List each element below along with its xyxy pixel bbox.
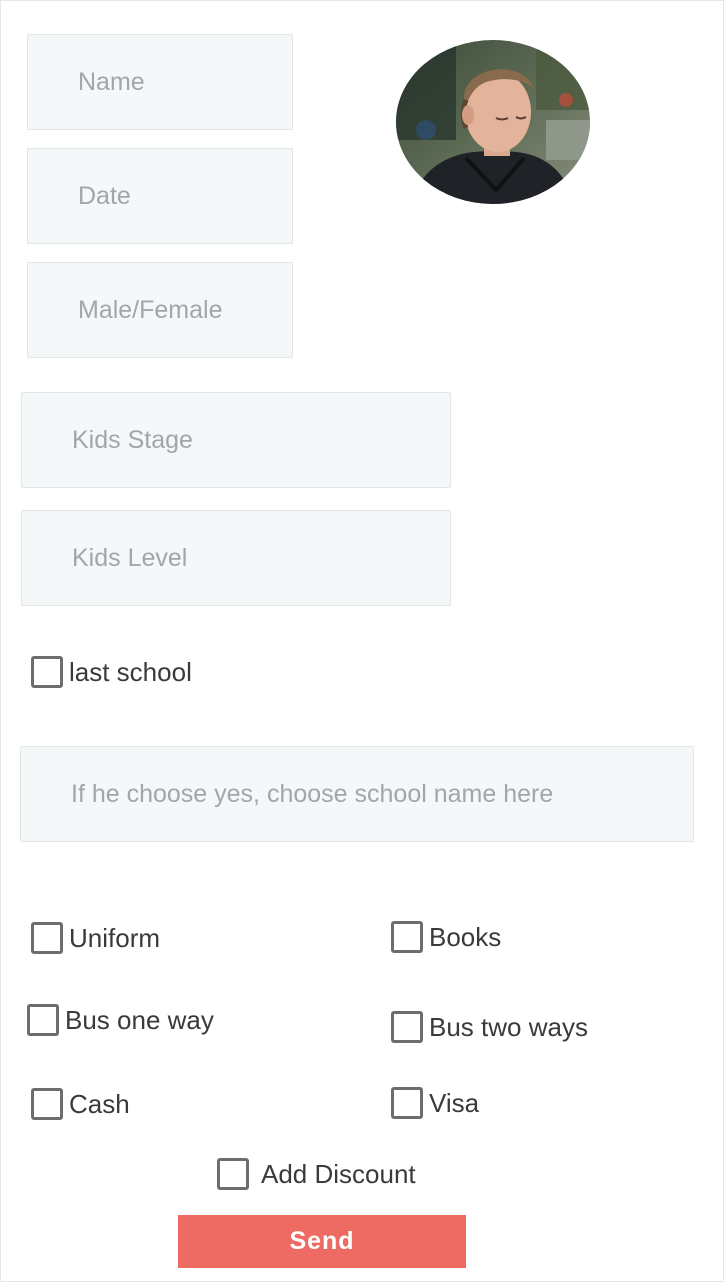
kids-stage-field[interactable]: Kids Stage — [21, 392, 451, 488]
profile-photo-icon — [396, 40, 590, 204]
date-field[interactable]: Date — [27, 148, 293, 244]
cash-box[interactable] — [31, 1088, 63, 1120]
last-school-checkbox[interactable]: last school — [31, 656, 192, 688]
add-discount-checkbox[interactable]: Add Discount — [217, 1158, 416, 1190]
name-placeholder: Name — [78, 67, 145, 96]
school-name-placeholder: If he choose yes, choose school name her… — [71, 779, 554, 808]
bus-two-ways-label: Bus two ways — [429, 1011, 588, 1042]
kids-stage-placeholder: Kids Stage — [72, 425, 193, 454]
books-box[interactable] — [391, 921, 423, 953]
books-label: Books — [429, 921, 502, 952]
uniform-label: Uniform — [69, 922, 161, 953]
form-screen: Name Date Male/Female Kids Stage Kids Le… — [0, 0, 724, 1282]
cash-label: Cash — [69, 1088, 130, 1119]
cash-checkbox[interactable]: Cash — [31, 1088, 130, 1120]
bus-one-way-label: Bus one way — [65, 1004, 214, 1035]
bus-two-ways-box[interactable] — [391, 1011, 423, 1043]
visa-checkbox[interactable]: Visa — [391, 1087, 479, 1119]
kids-level-placeholder: Kids Level — [72, 543, 188, 572]
last-school-label: last school — [69, 656, 192, 687]
visa-label: Visa — [429, 1087, 480, 1118]
profile-avatar[interactable] — [396, 40, 590, 204]
books-checkbox[interactable]: Books — [391, 921, 501, 953]
add-discount-label: Add Discount — [261, 1158, 416, 1189]
send-button[interactable]: Send — [178, 1215, 466, 1268]
gender-field[interactable]: Male/Female — [27, 262, 293, 358]
bus-two-ways-checkbox[interactable]: Bus two ways — [391, 1011, 588, 1043]
uniform-box[interactable] — [31, 922, 63, 954]
bus-one-way-box[interactable] — [27, 1004, 59, 1036]
visa-box[interactable] — [391, 1087, 423, 1119]
add-discount-box[interactable] — [217, 1158, 249, 1190]
uniform-checkbox[interactable]: Uniform — [31, 922, 160, 954]
name-field[interactable]: Name — [27, 34, 293, 130]
kids-level-field[interactable]: Kids Level — [21, 510, 451, 606]
date-placeholder: Date — [78, 181, 131, 210]
last-school-box[interactable] — [31, 656, 63, 688]
school-name-field[interactable]: If he choose yes, choose school name her… — [20, 746, 694, 842]
gender-placeholder: Male/Female — [78, 295, 223, 324]
bus-one-way-checkbox[interactable]: Bus one way — [27, 1004, 214, 1036]
